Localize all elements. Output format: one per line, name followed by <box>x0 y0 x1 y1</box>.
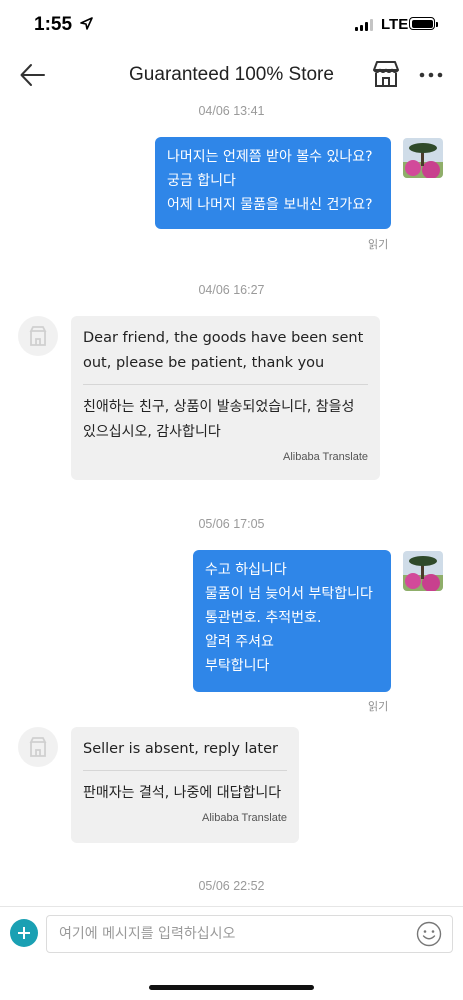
message-timestamp: 04/06 13:41 <box>198 104 265 118</box>
translated-text: 친애하는 친구, 상품이 발송되었습니다, 참을성 있으십시오, 감사합니다 <box>83 399 355 440</box>
user-avatar[interactable] <box>403 138 443 178</box>
signal-icon <box>355 19 373 31</box>
battery-icon <box>409 17 438 30</box>
incoming-message[interactable]: Seller is absent, reply later 판매자는 결석, 나… <box>71 727 299 843</box>
more-dots-icon[interactable] <box>416 60 446 90</box>
store-avatar-icon <box>29 326 47 346</box>
incoming-message[interactable]: Dear friend, the goods have been sent ou… <box>71 316 380 480</box>
outgoing-message[interactable]: 수고 하십니다 물품이 넘 늦어서 부탁합니다 통관번호. 추적번호. 알려 주… <box>193 550 391 692</box>
message-line: 나머지는 언제쯤 받아 볼수 있나요? <box>167 149 373 165</box>
outgoing-message[interactable]: 나머지는 언제쯤 받아 볼수 있나요? 궁금 합니다 어제 나머지 물품을 보내… <box>155 137 391 229</box>
message-line: 궁금 합니다 <box>167 173 236 189</box>
read-status: 읽기 <box>368 700 389 713</box>
store-icon[interactable] <box>370 58 402 90</box>
message-timestamp: 05/06 22:52 <box>198 879 265 893</box>
read-status: 읽기 <box>368 238 389 251</box>
divider <box>83 770 287 771</box>
divider <box>83 384 368 385</box>
plus-icon[interactable] <box>10 919 38 947</box>
message-input-bar <box>0 906 463 962</box>
status-bar: 1:55 LTE <box>0 0 463 52</box>
avatar-photo-image <box>403 138 443 178</box>
message-line: 부탁합니다 <box>205 658 270 674</box>
message-line: 통관번호. 추적번호. <box>205 610 322 626</box>
translate-label: Alibaba Translate <box>202 812 287 824</box>
original-text: Dear friend, the goods have been sent ou… <box>83 330 364 371</box>
message-timestamp: 04/06 16:27 <box>198 283 265 297</box>
network-label: LTE <box>381 16 409 33</box>
message-timestamp: 05/06 17:05 <box>198 517 265 531</box>
home-indicator[interactable] <box>149 985 314 990</box>
original-text: Seller is absent, reply later <box>83 741 278 757</box>
message-line: 어제 나머지 물품을 보내신 건가요? <box>167 197 373 213</box>
message-line: 알려 주셔요 <box>205 634 274 650</box>
translated-text: 판매자는 결석, 나중에 대답합니다 <box>83 785 282 801</box>
message-line: 수고 하십니다 <box>205 562 287 578</box>
store-avatar-icon <box>29 737 47 757</box>
location-arrow-icon <box>80 17 93 30</box>
avatar-photo-image <box>403 551 443 591</box>
message-input[interactable] <box>46 915 453 953</box>
status-time: 1:55 <box>34 14 73 35</box>
store-avatar[interactable] <box>18 727 58 767</box>
message-line: 물품이 넘 늦어서 부탁합니다 <box>205 586 373 602</box>
smiley-icon[interactable] <box>416 921 442 947</box>
store-avatar[interactable] <box>18 316 58 356</box>
chat-header: Guaranteed 100% Store <box>0 52 463 98</box>
translate-label: Alibaba Translate <box>283 451 368 463</box>
user-avatar[interactable] <box>403 551 443 591</box>
